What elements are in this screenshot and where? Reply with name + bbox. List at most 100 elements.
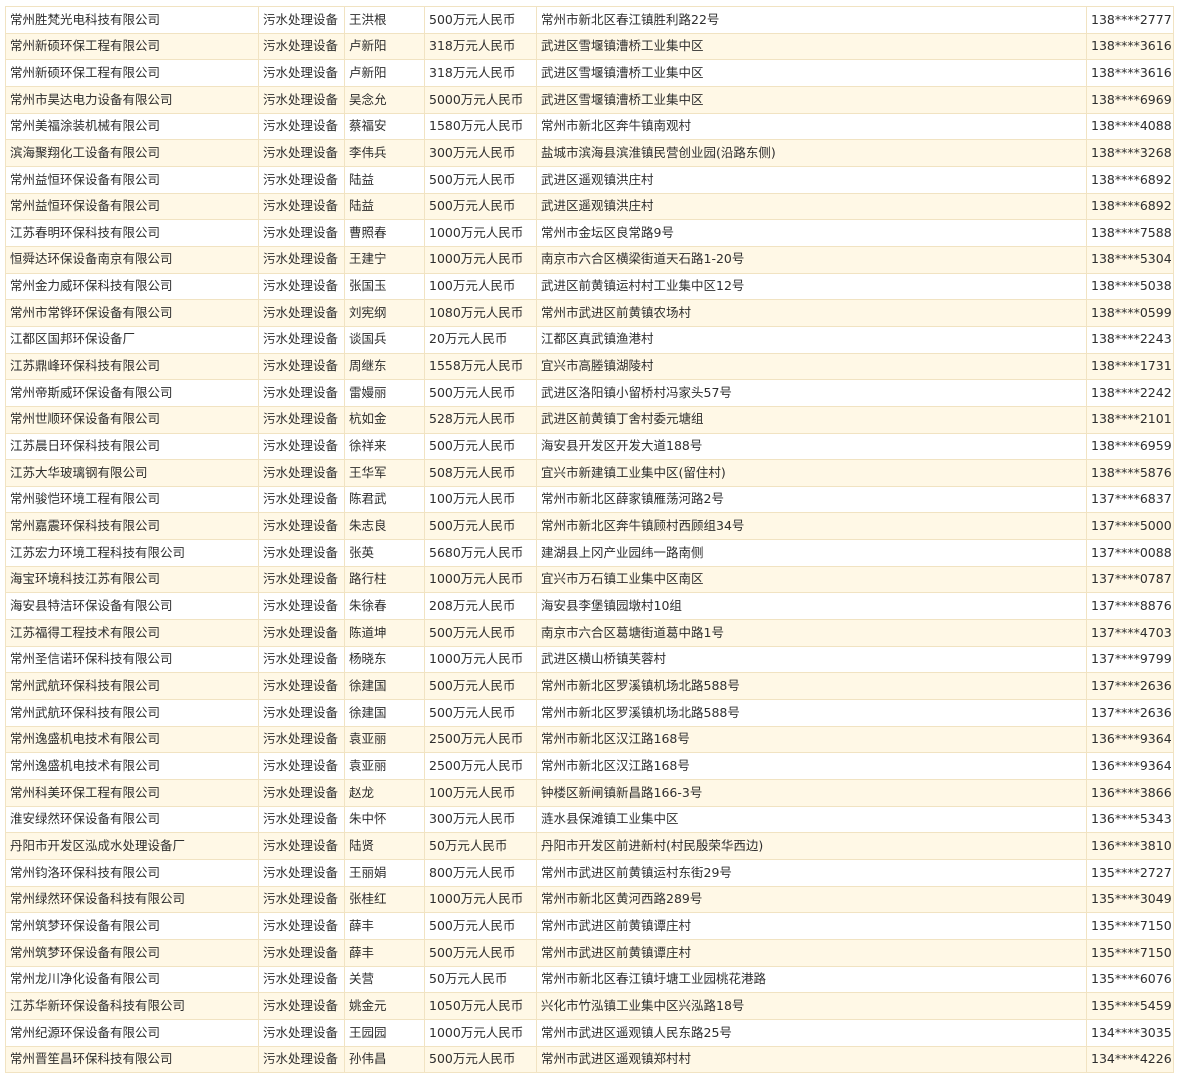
legal-rep-cell: 陆益	[344, 165, 425, 194]
registered-capital-cell: 2500万元人民币	[424, 725, 537, 754]
company-name-cell: 常州绿然环保设备科技有限公司	[5, 885, 259, 914]
legal-rep-cell: 王华军	[344, 459, 425, 487]
table-row: 江苏大华玻璃钢有限公司 污水处理设备 王华军 508万元人民币 宜兴市新建镇工业集中区(…	[5, 459, 1174, 487]
table-row: 常州晋笙昌环保科技有限公司 污水处理设备 孙伟昌 500万元人民币 常州市武进区遥观镇郑…	[5, 1045, 1174, 1074]
category-cell: 污水处理设备	[258, 192, 345, 221]
address-cell: 海安县开发区开发大道188号	[536, 432, 1087, 461]
registered-capital-cell: 500万元人民币	[424, 192, 537, 221]
company-name-cell: 常州武航环保科技有限公司	[5, 699, 259, 727]
phone-cell: 138****3616	[1086, 32, 1174, 61]
company-name-cell: 江苏鼎峰环保科技有限公司	[5, 352, 259, 381]
phone-cell: 134****3035	[1086, 1018, 1174, 1047]
legal-rep-cell: 雷嫚丽	[344, 379, 425, 407]
company-name-cell: 常州嘉震环保科技有限公司	[5, 512, 259, 541]
company-name-cell: 常州晋笙昌环保科技有限公司	[5, 1045, 259, 1074]
company-list: 常州胜梵光电科技有限公司 污水处理设备 王洪根 500万元人民币 常州市新北区春江镇胜利…	[5, 6, 1174, 1074]
legal-rep-cell: 姚金元	[344, 992, 425, 1020]
registered-capital-cell: 50万元人民币	[424, 965, 537, 994]
legal-rep-cell: 赵龙	[344, 779, 425, 807]
category-cell: 污水处理设备	[258, 645, 345, 674]
registered-capital-cell: 500万元人民币	[424, 1045, 537, 1074]
phone-cell: 134****4226	[1086, 1045, 1174, 1074]
registered-capital-cell: 1000万元人民币	[424, 565, 537, 594]
address-cell: 武进区遥观镇洪庄村	[536, 192, 1087, 221]
address-cell: 武进区横山桥镇芙蓉村	[536, 645, 1087, 674]
category-cell: 污水处理设备	[258, 859, 345, 887]
legal-rep-cell: 王建宁	[344, 245, 425, 274]
table-row: 常州胜梵光电科技有限公司 污水处理设备 王洪根 500万元人民币 常州市新北区春江镇胜利…	[5, 6, 1174, 34]
category-cell: 污水处理设备	[258, 752, 345, 781]
phone-cell: 138****2777	[1086, 6, 1174, 34]
phone-cell: 138****5876	[1086, 459, 1174, 487]
company-name-cell: 常州益恒环保设备有限公司	[5, 192, 259, 221]
address-cell: 武进区洛阳镇小留桥村冯家头57号	[536, 379, 1087, 407]
table-row: 常州美福涂装机械有限公司 污水处理设备 蔡福安 1580万元人民币 常州市新北区奔牛镇南…	[5, 112, 1174, 141]
registered-capital-cell: 1080万元人民币	[424, 299, 537, 327]
legal-rep-cell: 蔡福安	[344, 112, 425, 141]
category-cell: 污水处理设备	[258, 512, 345, 541]
phone-cell: 137****0088	[1086, 539, 1174, 567]
category-cell: 污水处理设备	[258, 1045, 345, 1074]
legal-rep-cell: 王洪根	[344, 6, 425, 34]
company-name-cell: 江苏大华玻璃钢有限公司	[5, 459, 259, 487]
table-row: 常州金力威环保科技有限公司 污水处理设备 张国玉 100万元人民币 武进区前黄镇运村村工…	[5, 272, 1174, 301]
registered-capital-cell: 528万元人民币	[424, 405, 537, 434]
registered-capital-cell: 1000万元人民币	[424, 885, 537, 914]
legal-rep-cell: 曹照春	[344, 219, 425, 247]
category-cell: 污水处理设备	[258, 405, 345, 434]
category-cell: 污水处理设备	[258, 779, 345, 807]
category-cell: 污水处理设备	[258, 965, 345, 994]
category-cell: 污水处理设备	[258, 299, 345, 327]
registered-capital-cell: 500万元人民币	[424, 912, 537, 940]
table-row: 江苏鼎峰环保科技有限公司 污水处理设备 周继东 1558万元人民币 宜兴市高塍镇湖陵村 1…	[5, 352, 1174, 381]
phone-cell: 138****6892	[1086, 192, 1174, 221]
company-name-cell: 江苏晨日环保科技有限公司	[5, 432, 259, 461]
company-name-cell: 常州武航环保科技有限公司	[5, 672, 259, 701]
category-cell: 污水处理设备	[258, 6, 345, 34]
phone-cell: 136****3810	[1086, 832, 1174, 860]
company-name-cell: 常州骏恺环境工程有限公司	[5, 485, 259, 514]
table-row: 常州益恒环保设备有限公司 污水处理设备 陆益 500万元人民币 武进区遥观镇洪庄村 138…	[5, 165, 1174, 194]
category-cell: 污水处理设备	[258, 672, 345, 701]
category-cell: 污水处理设备	[258, 592, 345, 621]
category-cell: 污水处理设备	[258, 32, 345, 61]
company-name-cell: 丹阳市开发区泓成水处理设备厂	[5, 832, 259, 860]
registered-capital-cell: 500万元人民币	[424, 672, 537, 701]
address-cell: 常州市新北区黄河西路289号	[536, 885, 1087, 914]
phone-cell: 135****2727	[1086, 859, 1174, 887]
category-cell: 污水处理设备	[258, 245, 345, 274]
registered-capital-cell: 5680万元人民币	[424, 539, 537, 567]
category-cell: 污水处理设备	[258, 59, 345, 87]
phone-cell: 138****2243	[1086, 325, 1174, 354]
table-row: 常州武航环保科技有限公司 污水处理设备 徐建国 500万元人民币 常州市新北区罗溪镇机场…	[5, 699, 1174, 727]
category-cell: 污水处理设备	[258, 485, 345, 514]
legal-rep-cell: 谈国兵	[344, 325, 425, 354]
table-row: 常州世顺环保设备有限公司 污水处理设备 杭如金 528万元人民币 武进区前黄镇丁舍村委元…	[5, 405, 1174, 434]
phone-cell: 135****6076	[1086, 965, 1174, 994]
phone-cell: 138****6892	[1086, 165, 1174, 194]
company-name-cell: 江苏福得工程技术有限公司	[5, 619, 259, 647]
category-cell: 污水处理设备	[258, 112, 345, 141]
legal-rep-cell: 关营	[344, 965, 425, 994]
legal-rep-cell: 刘宪纲	[344, 299, 425, 327]
company-name-cell: 常州逸盛机电技术有限公司	[5, 752, 259, 781]
registered-capital-cell: 500万元人民币	[424, 619, 537, 647]
table-row: 常州科美环保工程有限公司 污水处理设备 赵龙 100万元人民币 钟楼区新闸镇新昌路166…	[5, 779, 1174, 807]
address-cell: 南京市六合区葛塘街道葛中路1号	[536, 619, 1087, 647]
table-row: 常州筑梦环保设备有限公司 污水处理设备 薛丰 500万元人民币 常州市武进区前黄镇谭庄村…	[5, 912, 1174, 940]
phone-cell: 137****4703	[1086, 619, 1174, 647]
address-cell: 海安县李堡镇园墩村10组	[536, 592, 1087, 621]
address-cell: 常州市新北区春江镇圩塘工业园桃花港路	[536, 965, 1087, 994]
company-name-cell: 常州逸盛机电技术有限公司	[5, 725, 259, 754]
table-row: 常州纪源环保设备有限公司 污水处理设备 王园园 1000万元人民币 常州市武进区遥观镇人…	[5, 1018, 1174, 1047]
registered-capital-cell: 100万元人民币	[424, 272, 537, 301]
address-cell: 常州市新北区奔牛镇顾村西顾组34号	[536, 512, 1087, 541]
category-cell: 污水处理设备	[258, 885, 345, 914]
company-name-cell: 常州新硕环保工程有限公司	[5, 32, 259, 61]
registered-capital-cell: 300万元人民币	[424, 805, 537, 834]
address-cell: 常州市武进区前黄镇农场村	[536, 299, 1087, 327]
category-cell: 污水处理设备	[258, 352, 345, 381]
address-cell: 武进区前黄镇运村村工业集中区12号	[536, 272, 1087, 301]
address-cell: 常州市新北区汉江路168号	[536, 752, 1087, 781]
legal-rep-cell: 朱徐春	[344, 592, 425, 621]
